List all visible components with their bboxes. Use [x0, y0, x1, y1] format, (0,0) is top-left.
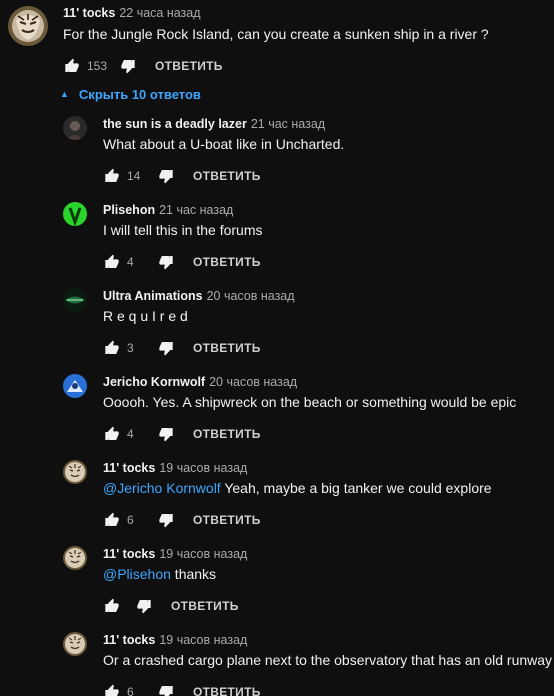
thumb-up-icon[interactable]	[103, 167, 121, 185]
comment-author[interactable]: 11' tocks	[63, 6, 115, 20]
mention-link[interactable]: @Plisehon	[103, 566, 171, 582]
comment-text: @Jericho Kornwolf Yeah, maybe a big tank…	[103, 478, 492, 498]
thumb-down-icon[interactable]	[157, 511, 175, 529]
comment-text: For the Jungle Rock Island, can you crea…	[63, 26, 489, 42]
thumb-up-icon[interactable]	[63, 57, 81, 75]
comment-text: I will tell this in the forums	[103, 222, 263, 238]
thumb-down-icon[interactable]	[157, 253, 175, 271]
avatar[interactable]	[63, 632, 87, 656]
thumb-down-icon[interactable]	[119, 57, 137, 75]
comment-time[interactable]: 19 часов назад	[159, 547, 247, 561]
caret-up-icon: ▲	[60, 89, 69, 99]
comment-author[interactable]: Plisehon	[103, 203, 155, 217]
comment-author[interactable]: Jericho Kornwolf	[103, 375, 205, 389]
reply-button[interactable]: ОТВЕТИТЬ	[193, 685, 261, 696]
thumb-down-icon[interactable]	[157, 339, 175, 357]
comment-body: thanks	[170, 566, 217, 582]
avatar[interactable]	[63, 116, 87, 140]
comment-text: Ooooh. Yes. A shipwreck on the beach or …	[103, 394, 517, 410]
avatar[interactable]	[63, 460, 87, 484]
comment-author[interactable]: 11' tocks	[103, 547, 155, 561]
comment-time[interactable]: 20 часов назад	[207, 289, 295, 303]
avatar[interactable]	[63, 202, 87, 226]
comment-time[interactable]: 22 часа назад	[119, 6, 200, 20]
comment-text: @Plisehon thanks	[103, 564, 216, 584]
avatar[interactable]	[63, 546, 87, 570]
thumb-up-icon[interactable]	[103, 253, 121, 271]
thumb-down-icon[interactable]	[157, 167, 175, 185]
thumb-up-icon[interactable]	[103, 339, 121, 357]
hide-replies-label: Скрыть 10 ответов	[78, 86, 201, 102]
comment-author[interactable]: 11' tocks	[103, 461, 155, 475]
thumb-up-icon[interactable]	[103, 597, 121, 615]
avatar[interactable]	[63, 288, 87, 312]
thumb-down-icon[interactable]	[157, 425, 175, 443]
comment-author[interactable]: 11' tocks	[103, 633, 155, 647]
comment-text: R e q u I r e d	[103, 308, 188, 324]
thumb-up-icon[interactable]	[103, 425, 121, 443]
thumb-down-icon[interactable]	[157, 683, 175, 696]
like-count: 14	[127, 169, 141, 183]
reply-button[interactable]: ОТВЕТИТЬ	[193, 427, 261, 441]
comment-time[interactable]: 20 часов назад	[209, 375, 297, 389]
reply-button[interactable]: ОТВЕТИТЬ	[193, 255, 261, 269]
comment-text: What about a U-boat like in Uncharted.	[103, 136, 345, 152]
like-count: 4	[127, 255, 134, 269]
mention-link[interactable]: @Jericho Kornwolf	[103, 480, 221, 496]
comment-author[interactable]: the sun is a deadly lazer	[103, 117, 247, 131]
comment-body: Yeah, maybe a big tanker we could explor…	[220, 480, 492, 496]
avatar[interactable]	[63, 374, 87, 398]
like-count: 4	[127, 427, 134, 441]
comments-panel: 11' tocks 22 часа назад For the Jungle Ro…	[0, 0, 554, 696]
comment-time[interactable]: 19 часов назад	[159, 633, 247, 647]
thumb-up-icon[interactable]	[103, 683, 121, 696]
reply-button[interactable]: ОТВЕТИТЬ	[193, 169, 261, 183]
reply-button[interactable]: ОТВЕТИТЬ	[193, 513, 261, 527]
reply-button[interactable]: ОТВЕТИТЬ	[171, 599, 239, 613]
reply-button[interactable]: ОТВЕТИТЬ	[193, 341, 261, 355]
hide-replies-button[interactable]: ▲ Скрыть 10 ответов	[60, 84, 201, 104]
comment-time[interactable]: 21 час назад	[159, 203, 233, 217]
like-count: 6	[127, 513, 134, 527]
comment-time[interactable]: 19 часов назад	[159, 461, 247, 475]
like-count: 6	[127, 685, 134, 696]
comment-time[interactable]: 21 час назад	[251, 117, 325, 131]
like-count: 153	[87, 59, 108, 73]
avatar[interactable]	[8, 6, 48, 46]
like-count: 3	[127, 341, 134, 355]
comment-text: Or a crashed cargo plane next to the obs…	[103, 652, 553, 668]
thumb-down-icon[interactable]	[135, 597, 153, 615]
comment-author[interactable]: Ultra Animations	[103, 289, 203, 303]
thumb-up-icon[interactable]	[103, 511, 121, 529]
reply-button[interactable]: ОТВЕТИТЬ	[155, 59, 223, 73]
